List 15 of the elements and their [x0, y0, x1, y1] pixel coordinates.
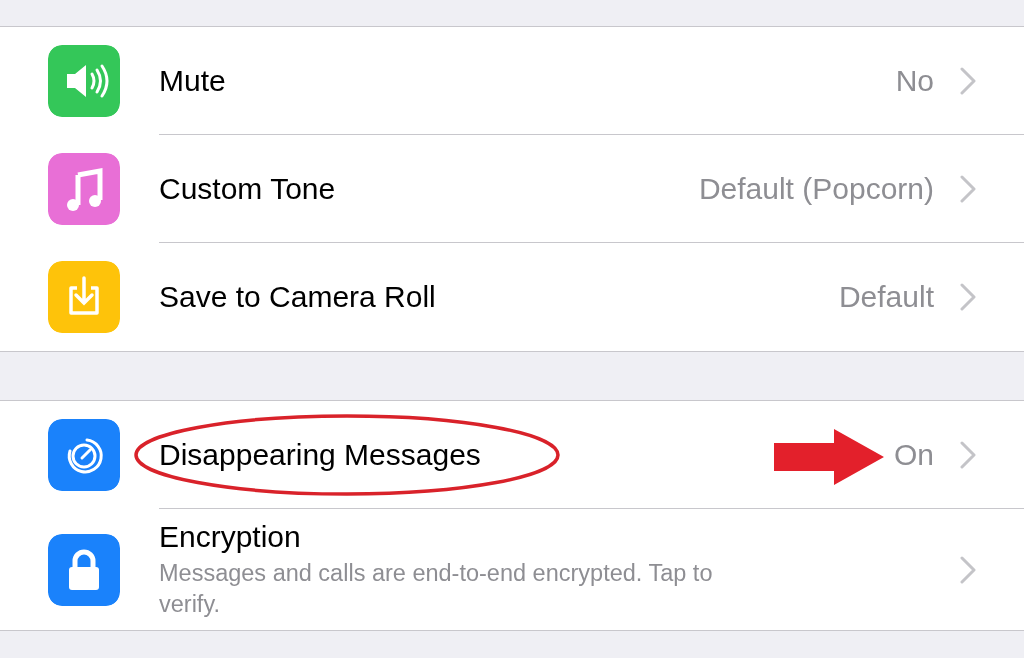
setting-description: Messages and calls are end-to-end encrypted. Tap to verify. [159, 558, 714, 619]
chevron-icon[interactable] [960, 555, 976, 584]
chevron-icon[interactable] [960, 441, 976, 469]
setting-label: Disappearing Messages [159, 438, 481, 472]
setting-label: Encryption [159, 519, 301, 554]
chevron-icon[interactable] [960, 67, 976, 95]
setting-label: Custom Tone [159, 172, 336, 206]
setting-value: No [895, 64, 934, 98]
setting-value: Default [838, 280, 934, 314]
setting-label: Mute [159, 64, 226, 98]
chevron-icon[interactable] [960, 175, 976, 203]
setting-label: Save to Camera Roll [159, 280, 436, 314]
setting-value: Default (Popcorn) [698, 172, 934, 206]
chevron-icon[interactable] [960, 283, 976, 311]
setting-value: On [893, 438, 934, 472]
